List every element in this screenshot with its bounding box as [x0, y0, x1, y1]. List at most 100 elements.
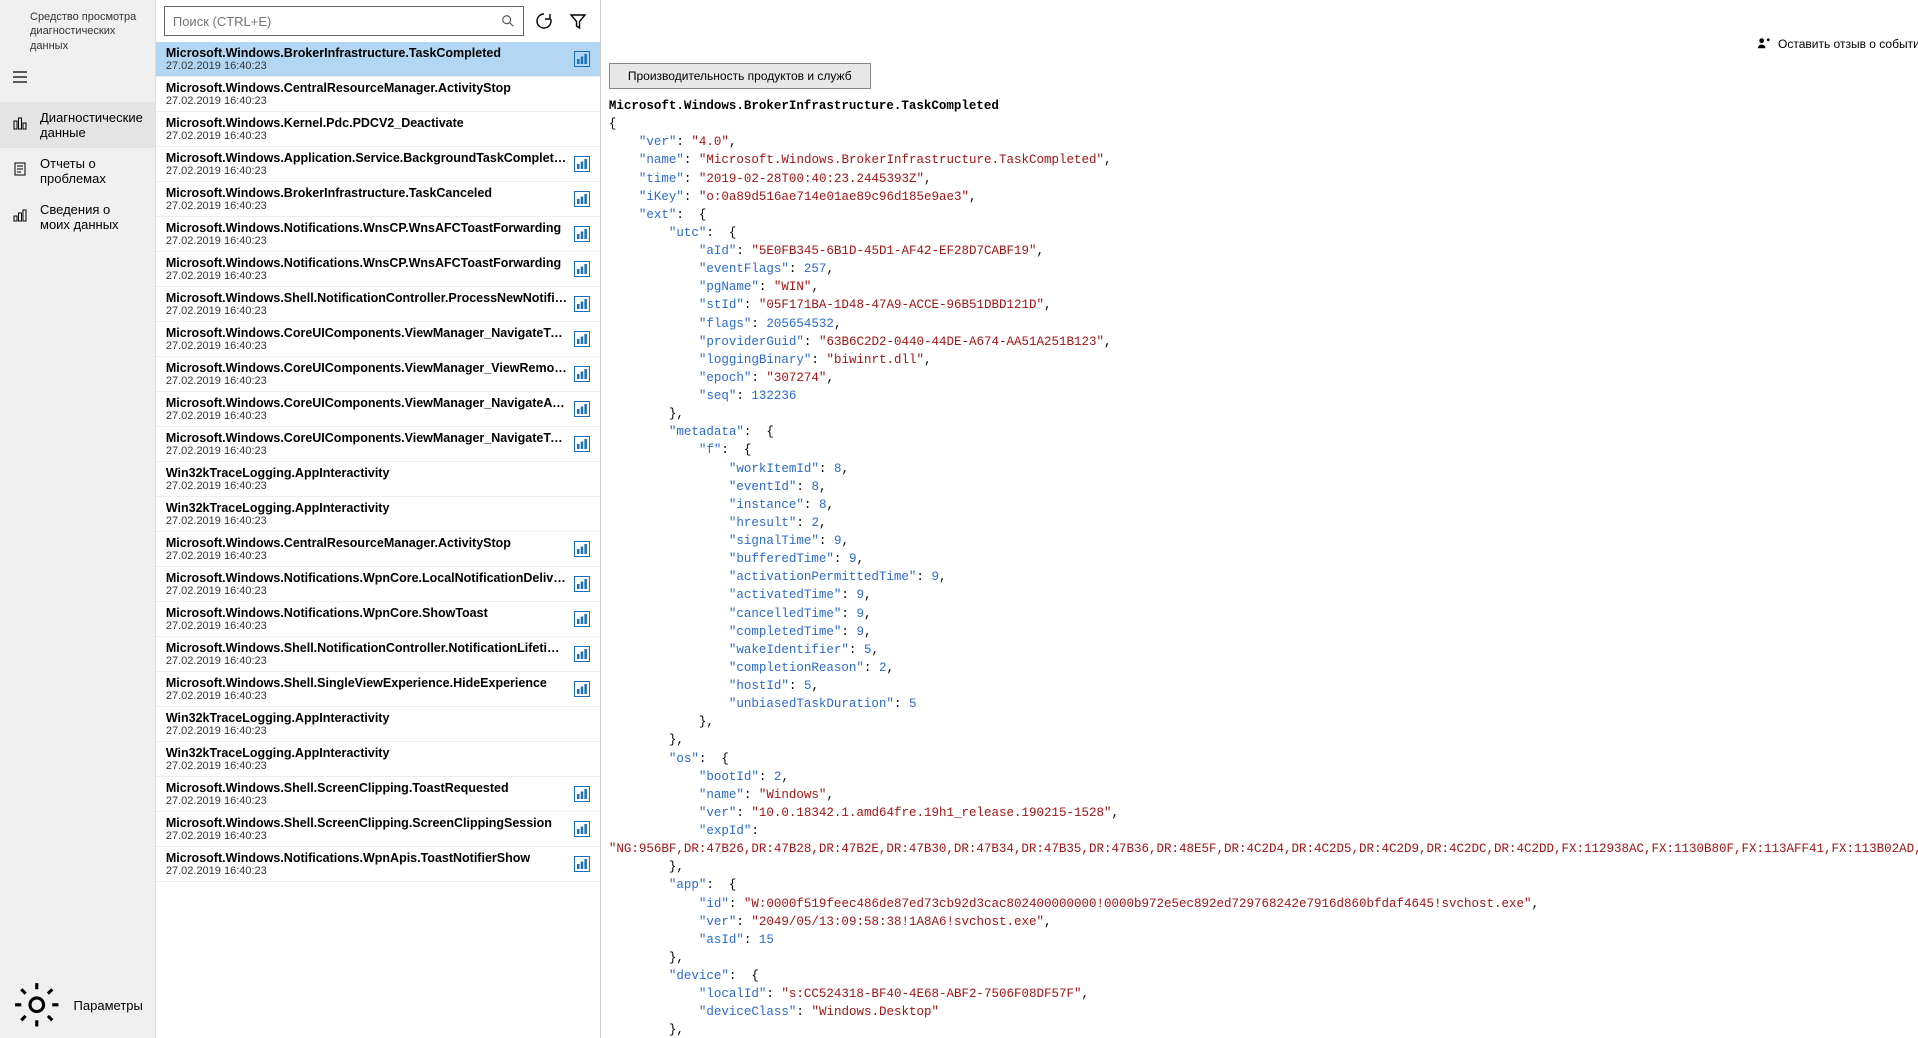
app-title: Средство просмотра диагностических данны…: [0, 0, 155, 63]
nav-item[interactable]: Отчеты о проблемах: [0, 148, 155, 194]
json-viewer[interactable]: Microsoft.Windows.BrokerInfrastructure.T…: [601, 97, 1918, 1038]
event-item[interactable]: Microsoft.Windows.Application.Service.Ba…: [156, 147, 600, 182]
nav-list: Диагностические данные Отчеты о проблемах…: [0, 102, 155, 973]
event-item[interactable]: Microsoft.Windows.CentralResourceManager…: [156, 77, 600, 112]
event-item[interactable]: Microsoft.Windows.CoreUIComponents.ViewM…: [156, 322, 600, 357]
settings-button[interactable]: Параметры: [0, 972, 155, 1038]
chart-badge-icon: [574, 681, 590, 697]
event-item[interactable]: Microsoft.Windows.BrokerInfrastructure.T…: [156, 182, 600, 217]
event-item[interactable]: Microsoft.Windows.Shell.ScreenClipping.T…: [156, 777, 600, 812]
event-item[interactable]: Microsoft.Windows.CoreUIComponents.ViewM…: [156, 427, 600, 462]
event-item[interactable]: Microsoft.Windows.CoreUIComponents.ViewM…: [156, 357, 600, 392]
event-item[interactable]: Win32kTraceLogging.AppInteractivity27.02…: [156, 707, 600, 742]
event-time: 27.02.2019 16:40:23: [166, 865, 568, 877]
event-item[interactable]: Win32kTraceLogging.AppInteractivity27.02…: [156, 462, 600, 497]
event-name: Microsoft.Windows.Notifications.WnsCP.Wn…: [166, 256, 568, 270]
event-name: Microsoft.Windows.BrokerInfrastructure.T…: [166, 186, 568, 200]
window-controls: [601, 0, 1918, 32]
event-time: 27.02.2019 16:40:23: [166, 830, 568, 842]
nav-icon: [12, 161, 28, 180]
event-time: 27.02.2019 16:40:23: [166, 340, 568, 352]
event-item[interactable]: Microsoft.Windows.Shell.ScreenClipping.S…: [156, 812, 600, 847]
event-name: Microsoft.Windows.CentralResourceManager…: [166, 81, 590, 95]
event-name: Microsoft.Windows.BrokerInfrastructure.T…: [166, 46, 568, 60]
detail-pane: Оставить отзыв о событии Копировать Эксп…: [601, 0, 1918, 1038]
event-name: Microsoft.Windows.CoreUIComponents.ViewM…: [166, 396, 568, 410]
event-name: Microsoft.Windows.Notifications.WpnCore.…: [166, 606, 568, 620]
chart-badge-icon: [574, 576, 590, 592]
event-item[interactable]: Microsoft.Windows.Shell.SingleViewExperi…: [156, 672, 600, 707]
event-time: 27.02.2019 16:40:23: [166, 305, 568, 317]
event-item[interactable]: Microsoft.Windows.Shell.NotificationCont…: [156, 287, 600, 322]
filter-button[interactable]: [564, 7, 592, 35]
event-time: 27.02.2019 16:40:23: [166, 725, 590, 737]
search-input[interactable]: [173, 14, 501, 29]
event-time: 27.02.2019 16:40:23: [166, 795, 568, 807]
event-name: Win32kTraceLogging.AppInteractivity: [166, 746, 590, 760]
event-time: 27.02.2019 16:40:23: [166, 165, 568, 177]
event-time: 27.02.2019 16:40:23: [166, 585, 568, 597]
nav-item[interactable]: Сведения о моих данных: [0, 194, 155, 240]
event-item[interactable]: Microsoft.Windows.Notifications.WpnCore.…: [156, 567, 600, 602]
event-item[interactable]: Microsoft.Windows.CoreUIComponents.ViewM…: [156, 392, 600, 427]
settings-label: Параметры: [74, 998, 143, 1013]
feedback-button[interactable]: Оставить отзыв о событии: [1757, 36, 1918, 51]
nav-label: Диагностические данные: [40, 110, 143, 140]
event-item[interactable]: Microsoft.Windows.Kernel.Pdc.PDCV2_Deact…: [156, 112, 600, 147]
refresh-button[interactable]: [530, 7, 558, 35]
event-item[interactable]: Microsoft.Windows.CentralResourceManager…: [156, 532, 600, 567]
event-list[interactable]: Microsoft.Windows.BrokerInfrastructure.T…: [156, 42, 600, 1038]
event-time: 27.02.2019 16:40:23: [166, 235, 568, 247]
search-box[interactable]: [164, 6, 524, 36]
event-time: 27.02.2019 16:40:23: [166, 410, 568, 422]
event-item[interactable]: Microsoft.Windows.Notifications.WpnApis.…: [156, 847, 600, 882]
event-item[interactable]: Microsoft.Windows.BrokerInfrastructure.T…: [156, 42, 600, 77]
event-item[interactable]: Microsoft.Windows.Notifications.WnsCP.Wn…: [156, 252, 600, 287]
chart-badge-icon: [574, 156, 590, 172]
event-time: 27.02.2019 16:40:23: [166, 375, 568, 387]
event-item[interactable]: Win32kTraceLogging.AppInteractivity27.02…: [156, 742, 600, 777]
chart-badge-icon: [574, 541, 590, 557]
event-time: 27.02.2019 16:40:23: [166, 690, 568, 702]
nav-item[interactable]: Диагностические данные: [0, 102, 155, 148]
event-time: 27.02.2019 16:40:23: [166, 200, 568, 212]
event-name: Microsoft.Windows.Application.Service.Ba…: [166, 151, 568, 165]
search-icon: [501, 14, 515, 28]
event-name: Microsoft.Windows.Shell.SingleViewExperi…: [166, 676, 568, 690]
event-name: Win32kTraceLogging.AppInteractivity: [166, 466, 590, 480]
chart-badge-icon: [574, 226, 590, 242]
event-name: Microsoft.Windows.CoreUIComponents.ViewM…: [166, 431, 568, 445]
event-time: 27.02.2019 16:40:23: [166, 60, 568, 72]
event-name: Win32kTraceLogging.AppInteractivity: [166, 501, 590, 515]
event-name: Microsoft.Windows.Shell.ScreenClipping.T…: [166, 781, 568, 795]
category-button[interactable]: Производительность продуктов и служб: [609, 63, 871, 89]
event-time: 27.02.2019 16:40:23: [166, 130, 590, 142]
event-time: 27.02.2019 16:40:23: [166, 620, 568, 632]
sidebar: Средство просмотра диагностических данны…: [0, 0, 156, 1038]
event-name: Microsoft.Windows.CentralResourceManager…: [166, 536, 568, 550]
nav-icon: [12, 115, 28, 134]
event-name: Microsoft.Windows.Kernel.Pdc.PDCV2_Deact…: [166, 116, 590, 130]
hamburger-button[interactable]: [0, 63, 155, 94]
refresh-icon: [535, 12, 553, 30]
event-name: Win32kTraceLogging.AppInteractivity: [166, 711, 590, 725]
chart-badge-icon: [574, 436, 590, 452]
chart-badge-icon: [574, 331, 590, 347]
filter-icon: [569, 12, 587, 30]
event-item[interactable]: Microsoft.Windows.Shell.NotificationCont…: [156, 637, 600, 672]
feedback-icon: [1757, 36, 1772, 51]
event-item[interactable]: Microsoft.Windows.Notifications.WnsCP.Wn…: [156, 217, 600, 252]
event-item[interactable]: Microsoft.Windows.Notifications.WpnCore.…: [156, 602, 600, 637]
chart-badge-icon: [574, 646, 590, 662]
chart-badge-icon: [574, 611, 590, 627]
chart-badge-icon: [574, 821, 590, 837]
event-item[interactable]: Win32kTraceLogging.AppInteractivity27.02…: [156, 497, 600, 532]
event-name: Microsoft.Windows.Shell.NotificationCont…: [166, 641, 568, 655]
chart-badge-icon: [574, 401, 590, 417]
chart-badge-icon: [574, 296, 590, 312]
chart-badge-icon: [574, 51, 590, 67]
chart-badge-icon: [574, 191, 590, 207]
chart-badge-icon: [574, 366, 590, 382]
event-name: Microsoft.Windows.Shell.NotificationCont…: [166, 291, 568, 305]
event-time: 27.02.2019 16:40:23: [166, 550, 568, 562]
